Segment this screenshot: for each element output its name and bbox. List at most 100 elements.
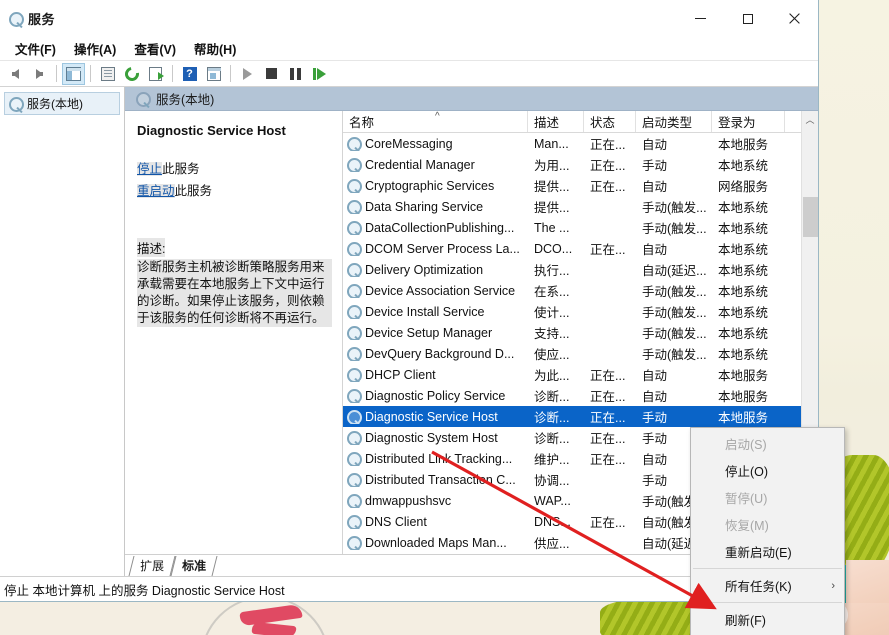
context-menu-label: 所有任务(K) <box>725 576 792 595</box>
table-row[interactable]: Device Association Service在系...手动(触发...本… <box>343 280 801 301</box>
cell-status: 正在... <box>584 365 636 384</box>
table-row[interactable]: Diagnostic Service Host诊断...正在...手动本地服务 <box>343 406 801 427</box>
services-gear-icon <box>347 431 360 444</box>
help-icon-glyph: ? <box>183 67 197 81</box>
table-row[interactable]: DHCP Client为此...正在...自动本地服务 <box>343 364 801 385</box>
window-title: 服务 <box>28 9 55 28</box>
forward-arrow-icon[interactable] <box>28 63 51 85</box>
service-name-text: Downloaded Maps Man... <box>365 536 507 550</box>
cell-startup: 手动(触发... <box>636 281 712 300</box>
service-name-text: Device Install Service <box>365 305 485 319</box>
cell-name: dmwappushsvc <box>343 494 528 508</box>
table-row[interactable]: Data Sharing Service提供...手动(触发...本地系统 <box>343 196 801 217</box>
export-list-icon-glyph <box>149 67 162 81</box>
column-header-label: 登录为 <box>718 112 756 131</box>
menu-action[interactable]: 操作(A) <box>65 37 125 60</box>
menu-view[interactable]: 查看(V) <box>125 37 185 60</box>
service-name-text: Credential Manager <box>365 158 475 172</box>
cell-logon: 本地系统 <box>712 155 785 174</box>
submenu-chevron-right-icon: › <box>831 580 835 592</box>
menu-help[interactable]: 帮助(H) <box>185 37 245 60</box>
cell-desc: 支持... <box>528 323 584 342</box>
cell-desc: 使计... <box>528 302 584 321</box>
tab-extended[interactable]: 扩展 <box>129 556 176 576</box>
cell-desc: Man... <box>528 137 584 151</box>
table-row[interactable]: Diagnostic Policy Service诊断...正在...自动本地服… <box>343 385 801 406</box>
table-row[interactable]: DCOM Server Process La...DCO...正在...自动本地… <box>343 238 801 259</box>
cell-desc: 提供... <box>528 197 584 216</box>
export-list-icon[interactable] <box>144 63 167 85</box>
results-pane-header: 服务(本地) <box>125 87 818 111</box>
table-row[interactable]: Cryptographic Services提供...正在...自动网络服务 <box>343 175 801 196</box>
cell-name: DataCollectionPublishing... <box>343 221 528 235</box>
cell-startup: 手动(触发... <box>636 344 712 363</box>
tree-node-services-local[interactable]: 服务(本地) <box>4 92 120 115</box>
service-detail-links: 停止此服务重启动此服务 <box>137 158 332 199</box>
cell-startup: 自动 <box>636 365 712 384</box>
table-row[interactable]: Device Install Service使计...手动(触发...本地系统 <box>343 301 801 322</box>
services-gear-icon <box>347 410 360 423</box>
table-row[interactable]: CoreMessagingMan...正在...自动本地服务 <box>343 133 801 154</box>
start-service-icon-glyph <box>243 68 252 80</box>
stop-service-link[interactable]: 停止 <box>137 162 162 176</box>
tab-standard[interactable]: 标准 <box>171 556 218 576</box>
column-header-2[interactable]: 状态 <box>584 111 636 132</box>
console-tree-pane: 服务(本地) <box>0 87 125 576</box>
table-row[interactable]: Credential Manager为用...正在...手动本地系统 <box>343 154 801 175</box>
toolbar-separator <box>172 65 173 82</box>
table-row[interactable]: Device Setup Manager支持...手动(触发...本地系统 <box>343 322 801 343</box>
help-icon[interactable]: ? <box>178 63 201 85</box>
menu-file[interactable]: 文件(F) <box>6 37 65 60</box>
context-menu-label: 恢复(M) <box>725 515 769 534</box>
cell-logon: 本地系统 <box>712 218 785 237</box>
services-gear-icon <box>347 200 360 213</box>
service-link-row: 重启动此服务 <box>137 180 332 199</box>
minimize-button[interactable] <box>677 0 724 37</box>
service-name-text: DHCP Client <box>365 368 436 382</box>
scroll-up-arrow-icon[interactable]: ︿ <box>802 111 819 128</box>
tab-label: 标准 <box>182 557 206 574</box>
ctx-stop[interactable]: 停止(O) <box>691 457 844 484</box>
column-header-1[interactable]: 描述 <box>528 111 584 132</box>
cell-logon: 本地服务 <box>712 365 785 384</box>
maximize-button[interactable] <box>724 0 771 37</box>
service-link-suffix: 此服务 <box>162 162 200 176</box>
start-service-icon[interactable] <box>236 63 259 85</box>
show-hide-console-tree-icon[interactable] <box>62 63 85 85</box>
pause-service-icon-glyph <box>290 68 301 80</box>
table-row[interactable]: DevQuery Background D...使应...手动(触发...本地系… <box>343 343 801 364</box>
cell-name: Data Sharing Service <box>343 200 528 214</box>
properties-icon[interactable] <box>96 63 119 85</box>
pause-service-icon[interactable] <box>284 63 307 85</box>
back-arrow-icon[interactable] <box>4 63 27 85</box>
close-button[interactable] <box>771 0 818 37</box>
ctx-refresh[interactable]: 刷新(F) <box>691 606 844 633</box>
context-menu-label: 暂停(U) <box>725 488 767 507</box>
cell-name: DCOM Server Process La... <box>343 242 528 256</box>
tab-label: 扩展 <box>140 557 164 574</box>
services-gear-icon <box>347 263 360 276</box>
cell-desc: The ... <box>528 221 584 235</box>
column-header-label: 启动类型 <box>642 112 692 131</box>
column-header-3[interactable]: 启动类型 <box>636 111 712 132</box>
refresh-icon[interactable] <box>120 63 143 85</box>
cell-startup: 手动(触发... <box>636 218 712 237</box>
column-header-0[interactable]: 名称^ <box>343 111 528 132</box>
scrollbar-thumb[interactable] <box>803 197 818 237</box>
service-name-text: DCOM Server Process La... <box>365 242 520 256</box>
service-name-text: Diagnostic Service Host <box>365 410 498 424</box>
restart-service-link[interactable]: 重启动 <box>137 184 175 198</box>
restart-service-icon[interactable] <box>308 63 331 85</box>
column-header-4[interactable]: 登录为 <box>712 111 785 132</box>
ctx-restart[interactable]: 重新启动(E) <box>691 538 844 565</box>
stop-service-icon[interactable] <box>260 63 283 85</box>
show-action-pane-icon[interactable] <box>202 63 225 85</box>
cell-name: Diagnostic Policy Service <box>343 389 528 403</box>
table-row[interactable]: Delivery Optimization执行...自动(延迟...本地系统 <box>343 259 801 280</box>
cell-desc: WAP... <box>528 494 584 508</box>
ctx-all-tasks[interactable]: 所有任务(K) › <box>691 572 844 599</box>
cell-startup: 手动 <box>636 407 712 426</box>
table-row[interactable]: DataCollectionPublishing...The ... 手动(触发.… <box>343 217 801 238</box>
context-menu-label: 停止(O) <box>725 461 768 480</box>
services-gear-icon <box>9 97 22 110</box>
